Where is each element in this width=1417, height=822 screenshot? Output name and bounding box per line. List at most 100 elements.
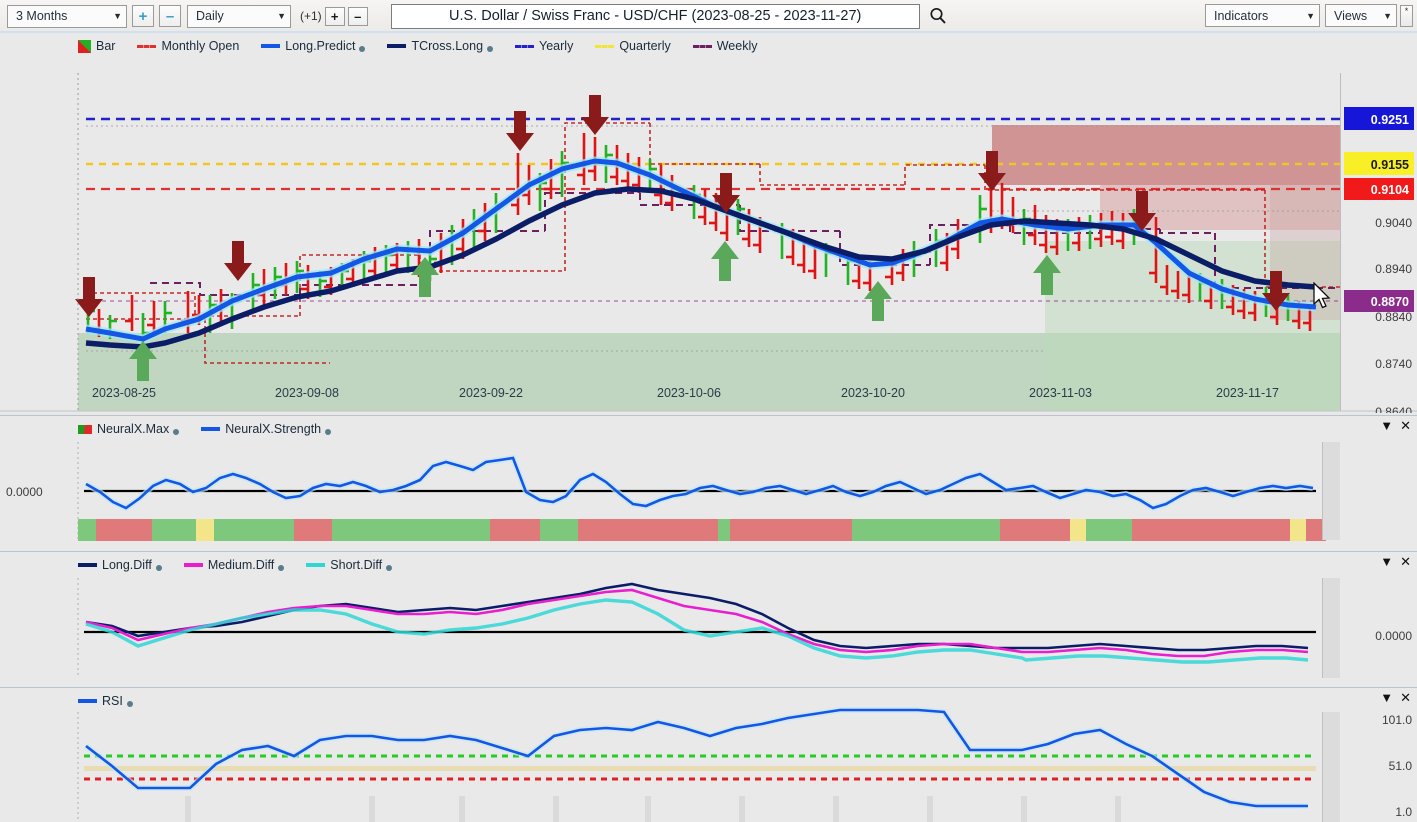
legend-item-long-predict[interactable]: Long.Predict: [261, 39, 366, 53]
legend-item-short-diff[interactable]: Short.Diff: [306, 558, 393, 572]
diff-legend: Long.Diff Medium.Diff Short.Diff: [78, 558, 414, 572]
neuralx-axis-label: 0.0000: [6, 485, 43, 499]
toolbar-overflow-button[interactable]: *: [1400, 4, 1413, 27]
diff-scrollbar[interactable]: [1322, 578, 1340, 678]
neuralx-max-icon: [78, 424, 92, 434]
offset-label: (+1): [300, 9, 322, 23]
toolbar-right-group: Indicators ▼ Views ▼ *: [1205, 4, 1413, 27]
legend-item-neuralx-strength[interactable]: NeuralX.Strength: [201, 422, 332, 436]
period-plus-button[interactable]: +: [132, 5, 154, 27]
rsi-legend: RSI: [78, 694, 155, 708]
price-chart-panel: Bar Monthly Open Long.Predict TCross.Lon…: [0, 33, 1417, 413]
neuralx-panel-controls: ▼ ✕: [1380, 419, 1411, 432]
interval-dropdown[interactable]: Daily ▼: [187, 4, 291, 28]
neuralx-scrollbar[interactable]: [1322, 442, 1340, 540]
legend-label: Bar: [96, 39, 116, 53]
indicators-dropdown[interactable]: Indicators ▼: [1205, 4, 1320, 27]
line-swatch-icon: [595, 44, 615, 48]
period-minus-button[interactable]: –: [159, 5, 181, 27]
rsi-scrollbar[interactable]: [1322, 712, 1340, 822]
search-icon[interactable]: [928, 6, 948, 26]
close-icon[interactable]: ✕: [1400, 419, 1411, 432]
legend-label: Short.Diff: [330, 558, 383, 572]
line-swatch-icon: [183, 563, 203, 567]
close-icon[interactable]: ✕: [1400, 555, 1411, 568]
line-swatch-icon: [78, 699, 97, 703]
diff-plot[interactable]: 0.0000: [0, 552, 1417, 686]
legend-item-weekly[interactable]: Weekly: [692, 39, 758, 53]
offset-minus-button[interactable]: –: [347, 6, 368, 26]
diff-axis-label: 0.0000: [1375, 629, 1412, 643]
chevron-down-icon: ▼: [1383, 10, 1392, 21]
settings-dot-icon[interactable]: [173, 429, 180, 435]
legend-item-medium-diff[interactable]: Medium.Diff: [183, 558, 285, 572]
period-dropdown[interactable]: 3 Months ▼: [7, 4, 127, 28]
legend-label: NeuralX.Strength: [225, 422, 322, 436]
settings-dot-icon[interactable]: [325, 429, 332, 435]
neuralx-legend: NeuralX.Max NeuralX.Strength: [78, 422, 353, 436]
rsi-panel-controls: ▼ ✕: [1380, 691, 1411, 704]
line-swatch-icon: [387, 44, 407, 48]
neuralx-max-bands: [78, 519, 1326, 541]
legend-item-monthly-open[interactable]: Monthly Open: [137, 39, 239, 53]
chevron-down-icon[interactable]: ▼: [1380, 691, 1393, 704]
offset-plus-button[interactable]: +: [324, 6, 345, 26]
rsi-axis-label-bottom: 1.0: [1395, 805, 1412, 819]
legend-label: Long.Predict: [285, 39, 356, 53]
chevron-down-icon[interactable]: ▼: [1380, 419, 1393, 432]
diff-panel-controls: ▼ ✕: [1380, 555, 1411, 568]
diff-panel: Long.Diff Medium.Diff Short.Diff ▼ ✕ 0.0…: [0, 551, 1417, 686]
legend-label: RSI: [102, 694, 123, 708]
close-icon[interactable]: ✕: [1400, 691, 1411, 704]
legend-label: Yearly: [539, 39, 574, 53]
price-chart-legend: Bar Monthly Open Long.Predict TCross.Lon…: [78, 39, 780, 53]
legend-item-rsi[interactable]: RSI: [78, 694, 133, 708]
legend-item-neuralx-max[interactable]: NeuralX.Max: [78, 422, 180, 436]
settings-dot-icon[interactable]: [487, 46, 494, 52]
legend-item-tcross-long[interactable]: TCross.Long: [387, 39, 494, 53]
period-value: 3 Months: [16, 9, 68, 23]
settings-dot-icon[interactable]: [126, 701, 133, 707]
rsi-axis-label-mid: 51.0: [1389, 759, 1413, 773]
rsi-plot[interactable]: 101.0 51.0 1.0: [0, 688, 1417, 822]
rsi-axis-label-top: 101.0: [1382, 713, 1412, 727]
legend-label: Long.Diff: [102, 558, 152, 572]
settings-dot-icon[interactable]: [278, 565, 285, 571]
legend-label: Medium.Diff: [207, 558, 275, 572]
line-swatch-icon: [78, 563, 97, 567]
neuralx-plot[interactable]: 0.0000: [0, 416, 1417, 550]
legend-item-bar[interactable]: Bar: [78, 39, 115, 53]
interval-value: Daily: [196, 9, 224, 23]
indicators-label: Indicators: [1214, 8, 1269, 23]
neuralx-panel: NeuralX.Max NeuralX.Strength ▼ ✕ 0.0000: [0, 415, 1417, 550]
line-swatch-icon: [306, 563, 326, 567]
chevron-down-icon: ▼: [277, 11, 286, 21]
legend-item-long-diff[interactable]: Long.Diff: [78, 558, 162, 572]
line-swatch-icon: [201, 427, 221, 431]
line-swatch-icon: [692, 44, 712, 48]
legend-label: NeuralX.Max: [97, 422, 170, 436]
settings-dot-icon[interactable]: [155, 565, 162, 571]
chevron-down-icon[interactable]: ▼: [1380, 555, 1393, 568]
line-swatch-icon: [137, 44, 157, 48]
settings-dot-icon[interactable]: [359, 46, 366, 52]
legend-item-yearly[interactable]: Yearly: [515, 39, 573, 53]
symbol-search-value: U.S. Dollar / Swiss Franc - USD/CHF (202…: [449, 8, 862, 24]
bar-icon: [78, 39, 91, 53]
views-label: Views: [1334, 8, 1368, 23]
chevron-down-icon: ▼: [1306, 10, 1315, 21]
legend-label: Quarterly: [619, 39, 671, 53]
chevron-down-icon: ▼: [113, 11, 122, 21]
legend-label: Weekly: [716, 39, 758, 53]
legend-label: Monthly Open: [161, 39, 240, 53]
price-plot[interactable]: [0, 33, 1417, 413]
line-swatch-icon: [515, 44, 535, 48]
toolbar: 3 Months ▼ + – Daily ▼ (+1) + – U.S. Dol…: [0, 0, 1417, 33]
legend-label: TCross.Long: [411, 39, 484, 53]
legend-item-quarterly[interactable]: Quarterly: [595, 39, 671, 53]
symbol-search-input[interactable]: U.S. Dollar / Swiss Franc - USD/CHF (202…: [390, 3, 920, 29]
settings-dot-icon[interactable]: [386, 565, 393, 571]
rsi-panel: RSI ▼ ✕ 101.0 51.0 1.0: [0, 687, 1417, 822]
line-swatch-icon: [261, 44, 281, 48]
views-dropdown[interactable]: Views ▼: [1325, 4, 1397, 27]
